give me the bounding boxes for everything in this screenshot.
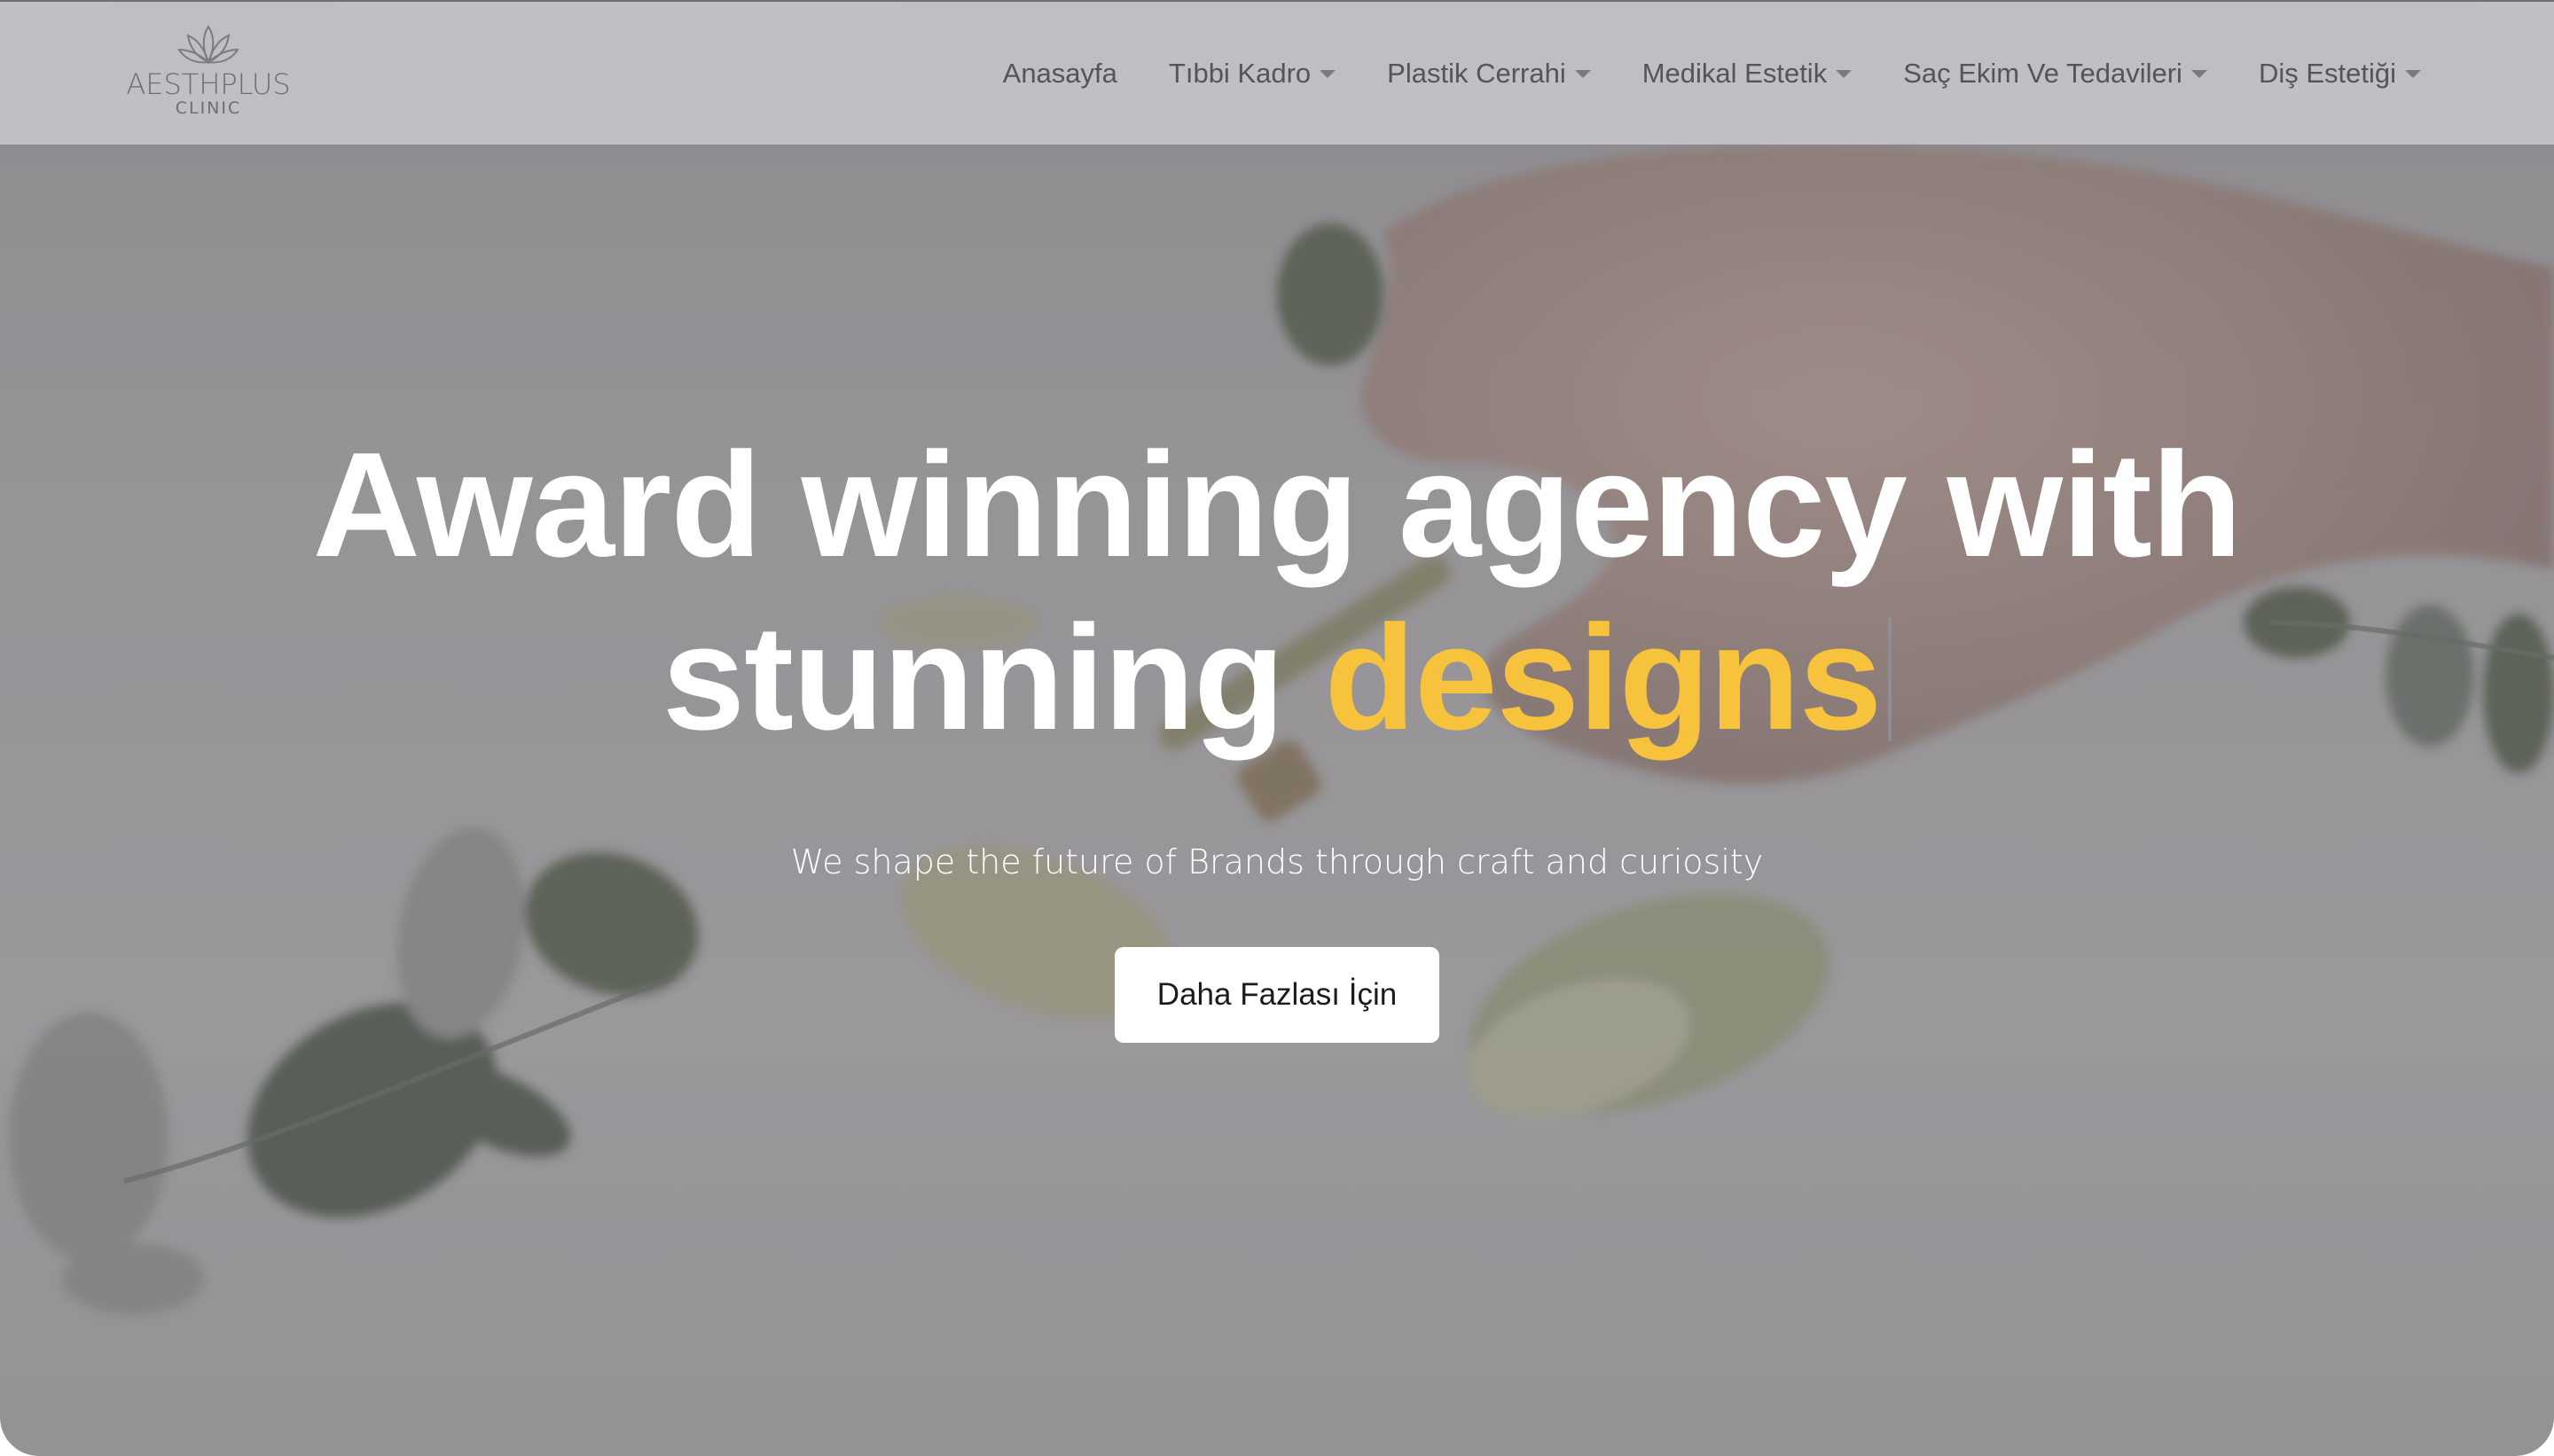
nav-item-label: Plastik Cerrahi [1387, 57, 1566, 89]
headline-highlight: designs [1324, 594, 1883, 761]
nav-item-label: Diş Estetiği [2258, 57, 2396, 89]
chevron-down-icon [1320, 70, 1336, 78]
nav-item-label: Saç Ekim Ve Tedavileri [1903, 57, 2182, 89]
navbar: AESTHPLUS CLINIC Anasayfa Tıbbi Kadro Pl… [0, 2, 2554, 145]
nav-item-plastik-cerrahi[interactable]: Plastik Cerrahi [1387, 58, 1591, 90]
headline-line-2-prefix: stunning [662, 594, 1285, 761]
brand-logo[interactable]: AESTHPLUS CLINIC [124, 23, 293, 128]
hero-content: Award winning agency with stunning desig… [0, 419, 2554, 1043]
brand-subtitle: CLINIC [175, 98, 242, 118]
more-info-button[interactable]: Daha Fazlası İçin [1115, 947, 1439, 1043]
hero-headline: Award winning agency with stunning desig… [0, 419, 2554, 764]
typing-cursor [1888, 617, 1892, 741]
brand-name: AESTHPLUS [126, 67, 291, 101]
nav-item-label: Anasayfa [1002, 57, 1117, 89]
chevron-down-icon [1574, 70, 1591, 78]
headline-line-1: Award winning agency with [312, 421, 2243, 588]
nav-item-label: Tıbbi Kadro [1168, 57, 1312, 89]
chevron-down-icon [1836, 70, 1853, 78]
main-nav: Anasayfa Tıbbi Kadro Plastik Cerrahi Med… [1003, 2, 2421, 145]
hero-subtitle: We shape the future of Brands through cr… [790, 842, 1764, 881]
nav-item-anasayfa[interactable]: Anasayfa [1003, 58, 1117, 90]
chevron-down-icon [2405, 70, 2421, 78]
nav-item-medikal-estetik[interactable]: Medikal Estetik [1641, 57, 1853, 90]
browser-viewport: AESTHPLUS CLINIC Anasayfa Tıbbi Kadro Pl… [0, 0, 2554, 1456]
nav-item-tibbi-kadro[interactable]: Tıbbi Kadro [1169, 58, 1336, 90]
nav-item-dis-estetigi[interactable]: Diş Estetiği [2259, 58, 2421, 90]
nav-item-sac-ekim[interactable]: Saç Ekim Ve Tedavileri [1903, 58, 2207, 90]
lotus-icon [177, 25, 239, 65]
chevron-down-icon [2190, 70, 2207, 78]
nav-item-label: Medikal Estetik [1641, 57, 1828, 89]
